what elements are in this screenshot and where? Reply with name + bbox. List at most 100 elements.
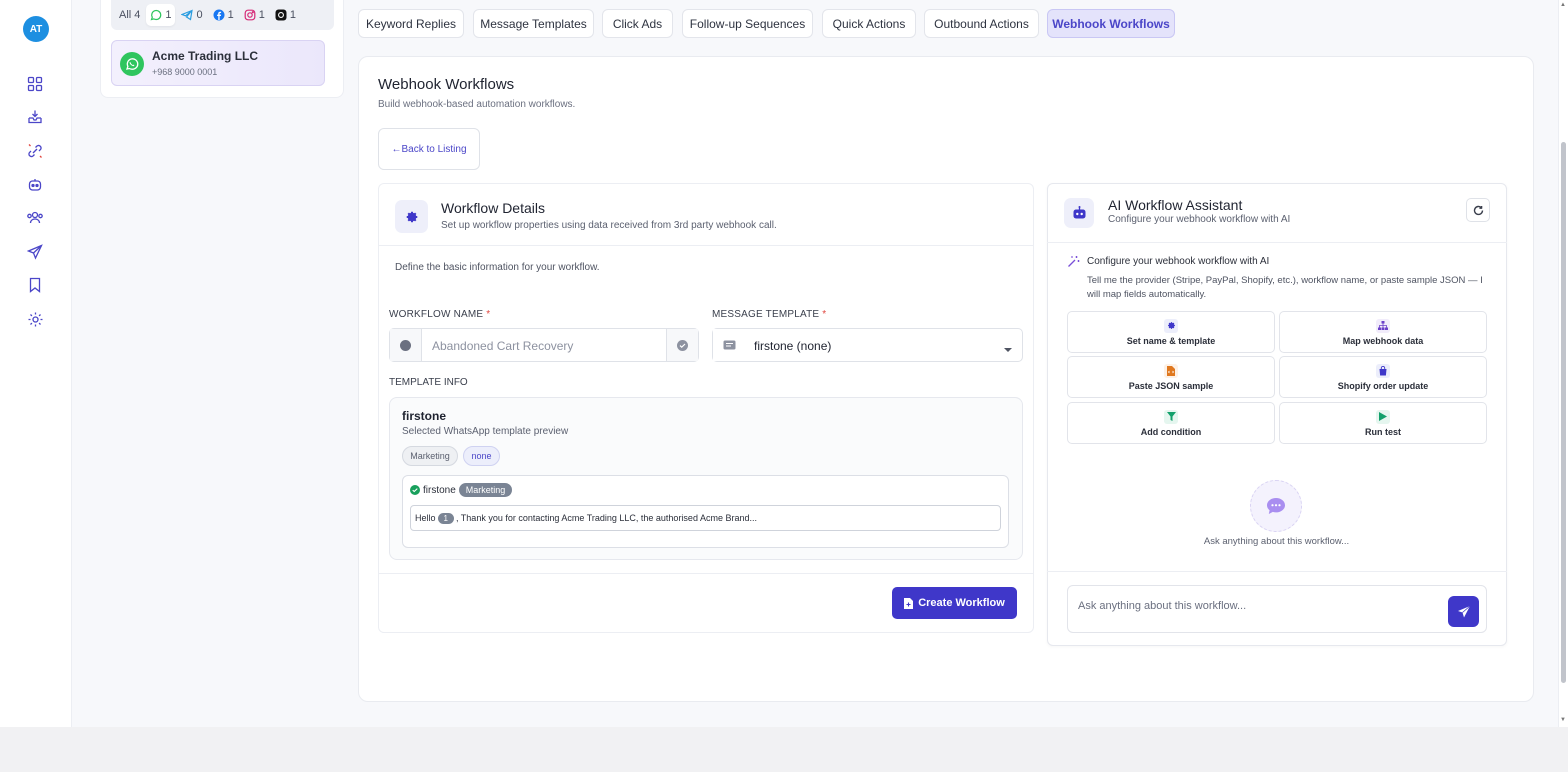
channel-tab-telegram[interactable]: 0 (177, 4, 206, 26)
quick-action-label: Add condition (1140, 426, 1202, 437)
quick-action-add-condition[interactable]: Add condition (1067, 402, 1275, 444)
quick-action-label: Shopify order update (1337, 380, 1429, 391)
quick-action-paste-json[interactable]: Paste JSON sample (1067, 356, 1275, 398)
bookmark-icon[interactable] (25, 275, 45, 295)
check-circle-icon (410, 485, 420, 495)
send-icon[interactable] (25, 242, 45, 262)
message-template-value: firstone (none) (754, 339, 832, 353)
workflow-name-label-text: WORKFLOW NAME (389, 309, 484, 320)
shopping-bag-icon (1376, 363, 1390, 378)
whatsapp-icon (150, 9, 162, 21)
language-chip: none (463, 446, 500, 466)
channel-tab-threads[interactable]: 1 (271, 4, 300, 26)
tab-follow-up-sequences[interactable]: Follow-up Sequences (682, 9, 813, 38)
bottom-band (0, 727, 1568, 772)
whatsapp-icon (120, 52, 144, 76)
channel-tab-facebook[interactable]: 1 (209, 4, 238, 26)
preview-message-body: Hello 1 , Thank you for contacting Acme … (410, 505, 1001, 531)
refresh-icon (1473, 205, 1483, 215)
template-name: firstone (402, 409, 447, 423)
play-icon (1376, 409, 1390, 424)
check-circle-icon (666, 329, 698, 361)
inbox-icon[interactable] (25, 107, 45, 127)
ai-chat-input[interactable]: Ask anything about this workflow... (1067, 585, 1487, 633)
magic-wand-icon (1067, 255, 1080, 271)
quick-action-label: Run test (1365, 426, 1401, 437)
telegram-icon (181, 9, 194, 21)
message-template-select[interactable]: firstone (none) (712, 328, 1023, 362)
preview-template-name: firstone (423, 484, 456, 496)
contacts-icon[interactable] (25, 208, 45, 228)
scroll-up-arrow-icon[interactable]: ▲ (1560, 2, 1566, 8)
tab-click-ads[interactable]: Click Ads (602, 9, 673, 38)
channel-filter-tabs: All 4 1 0 1 1 1 (111, 0, 334, 30)
template-info-label: TEMPLATE INFO (389, 377, 468, 388)
channel-phone: +968 9000 0001 (152, 67, 218, 77)
template-icon (713, 329, 745, 361)
channel-tab-all[interactable]: All 4 (115, 4, 144, 26)
integrations-icon[interactable] (25, 141, 45, 161)
preview-hello: Hello (415, 513, 436, 523)
preview-header: firstone Marketing (410, 483, 513, 497)
quick-action-run-test[interactable]: Run test (1279, 402, 1487, 444)
create-workflow-button[interactable]: Create Workflow (892, 587, 1017, 619)
arrow-left-icon: ← (391, 143, 402, 155)
left-rail: AT (0, 0, 72, 727)
gear-icon (395, 200, 428, 233)
message-template-label-text: MESSAGE TEMPLATE (712, 309, 820, 320)
quick-action-shopify-order-update[interactable]: Shopify order update (1279, 356, 1487, 398)
required-mark: * (822, 309, 827, 320)
bot-icon[interactable] (25, 175, 45, 195)
workflow-details-subtitle: Set up workflow properties using data re… (441, 220, 777, 231)
category-chip: Marketing (402, 446, 458, 466)
channel-tab-facebook-count: 1 (227, 9, 234, 21)
channel-tab-whatsapp-count: 1 (165, 9, 172, 21)
channel-tab-all-count: 4 (134, 9, 141, 21)
avatar[interactable]: AT (23, 16, 49, 42)
tab-outbound-actions[interactable]: Outbound Actions (924, 9, 1039, 38)
tab-keyword-replies[interactable]: Keyword Replies (358, 9, 464, 38)
workflow-name-input[interactable]: Abandoned Cart Recovery (432, 339, 573, 353)
tab-webhook-workflows[interactable]: Webhook Workflows (1047, 9, 1175, 38)
page-title: Webhook Workflows (378, 76, 515, 93)
channel-tab-telegram-count: 0 (196, 9, 203, 21)
settings-icon[interactable] (25, 309, 45, 329)
variable-chip: 1 (437, 512, 454, 524)
channel-tab-whatsapp[interactable]: 1 (146, 4, 176, 26)
quick-action-set-name-template[interactable]: Set name & template (1067, 311, 1275, 353)
workflow-name-field[interactable]: Abandoned Cart Recovery (389, 328, 699, 362)
workflow-details-title: Workflow Details (441, 200, 545, 216)
back-to-listing-button[interactable]: ← Back to Listing (378, 128, 480, 170)
sitemap-icon (1376, 318, 1390, 333)
ai-description: Tell me the provider (Stripe, PayPal, Sh… (1087, 275, 1483, 300)
circle-icon (390, 329, 422, 361)
channel-tab-instagram[interactable]: 1 (240, 4, 269, 26)
divider (378, 245, 1034, 246)
scrollbar-thumb[interactable] (1561, 142, 1566, 683)
define-hint: Define the basic information for your wo… (395, 262, 600, 273)
tab-quick-actions[interactable]: Quick Actions (822, 9, 916, 38)
send-button[interactable] (1448, 596, 1479, 627)
channel-card[interactable]: Acme Trading LLC +968 9000 0001 (111, 40, 325, 86)
ai-configure-heading: Configure your webhook workflow with AI (1087, 256, 1270, 267)
threads-icon (275, 9, 287, 21)
page-subtitle: Build webhook-based automation workflows… (378, 99, 576, 110)
channel-tab-threads-count: 1 (289, 9, 296, 21)
scroll-down-arrow-icon[interactable]: ▼ (1560, 717, 1566, 723)
channel-name: Acme Trading LLC (152, 49, 259, 63)
channel-tab-all-label: All (119, 9, 132, 21)
chat-bubble-icon (1250, 480, 1302, 532)
workflow-name-label: WORKFLOW NAME * (389, 309, 490, 320)
tab-message-templates[interactable]: Message Templates (473, 9, 594, 38)
ai-assistant-title: AI Workflow Assistant (1108, 197, 1243, 213)
instagram-icon (244, 9, 256, 21)
required-mark: * (486, 309, 491, 320)
divider (1047, 242, 1507, 243)
refresh-button[interactable] (1466, 198, 1490, 222)
facebook-icon (213, 9, 225, 21)
back-to-listing-label: Back to Listing (401, 143, 467, 155)
dashboard-icon[interactable] (25, 74, 45, 94)
quick-action-map-webhook-data[interactable]: Map webhook data (1279, 311, 1487, 353)
quick-action-label: Map webhook data (1342, 335, 1424, 346)
gear-icon (1164, 318, 1178, 333)
